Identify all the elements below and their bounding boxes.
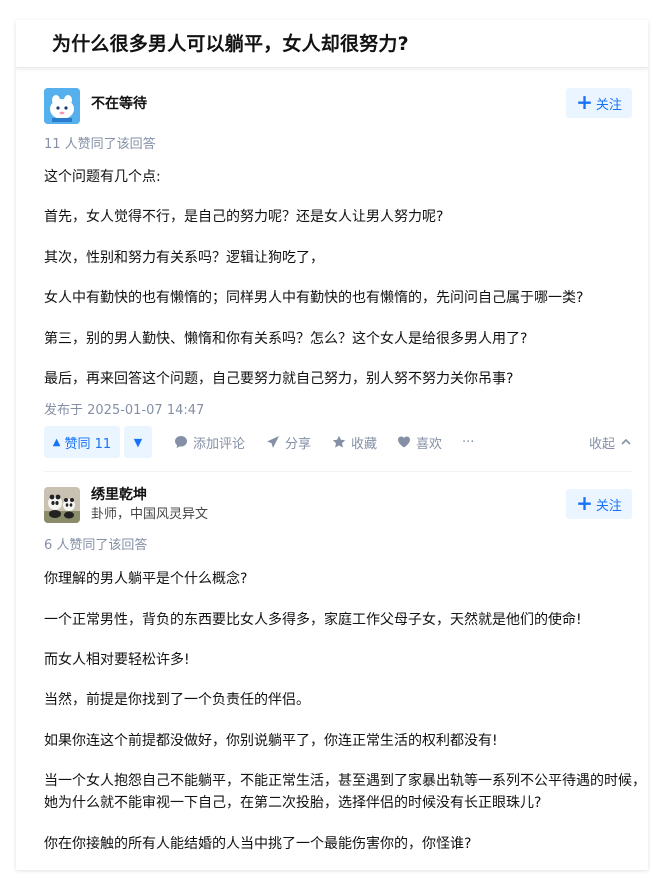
collapse-label: 收起 <box>588 436 615 452</box>
avatar[interactable] <box>44 487 80 523</box>
share-label: 分享 <box>285 436 312 452</box>
answer-paragraph: 首先，女人觉得不行，是自己的努力呢？还是女人让男人努力呢? <box>44 209 444 225</box>
chevron-up-icon <box>621 438 631 445</box>
share-icon <box>267 436 279 448</box>
triangle-up-icon: ▲ <box>52 436 61 448</box>
answer-paragraph: 她为什么就不能审视一下自己，在第二次投胎，选择伴侣的时候没有长正眼珠儿? <box>44 795 542 811</box>
answer-paragraph: 而女人相对要轻松许多! <box>44 652 190 668</box>
answer-paragraph: 你理解的男人躺平是个什么概念? <box>44 571 248 587</box>
share-button[interactable]: 分享 <box>266 426 311 458</box>
plus-icon: + <box>576 90 593 114</box>
answer-divider <box>44 471 632 472</box>
avatar[interactable] <box>44 88 80 124</box>
more-label: ··· <box>462 434 475 450</box>
follow-label: 关注 <box>595 97 622 113</box>
answer-paragraph: 最后，再来回答这个问题，自己要努力就自己努力，别人努不努力关你吊事? <box>44 371 514 387</box>
question-header: 为什么很多男人可以躺平，女人却很努力? <box>16 20 648 68</box>
star-icon <box>332 435 346 448</box>
answer-paragraph: 当一个女人抱怨自己不能躺平，不能正常生活，甚至遇到了家暴出轨等一系列不公平待遇的… <box>44 773 646 789</box>
comment-label: 添加评论 <box>193 436 246 452</box>
more-button[interactable]: ··· <box>462 426 474 458</box>
answer-paragraph: 如果你连这个前提都没做好，你别说躺平了，你连正常生活的权利都没有! <box>44 733 498 749</box>
answer-paragraph: 第三，别的男人勤快、懒惰和你有关系吗？怎么？这个女人是给很多男人用了? <box>44 331 528 347</box>
answer-paragraph: 女人中有勤快的也有懒惰的；同样男人中有勤快的也有懒惰的，先问问自己属于哪一类? <box>44 290 584 306</box>
comment-icon <box>175 436 187 448</box>
author-name[interactable]: 不在等待 <box>91 93 147 113</box>
answer-paragraph: 这个问题有几个点: <box>44 169 161 185</box>
answer-paragraph: 一个正常男性，背负的东西要比女人多得多，家庭工作父母子女，天然就是他们的使命! <box>44 612 582 628</box>
plus-icon: + <box>576 491 593 515</box>
follow-button[interactable]: + 关注 <box>566 88 632 118</box>
author-bio: 卦师，中国风灵异文 <box>91 507 209 522</box>
answer-paragraph: 其次，性别和努力有关系吗？逻辑让狗吃了， <box>44 250 324 266</box>
collapse-button[interactable]: 收起 <box>589 426 632 458</box>
follow-button[interactable]: + 关注 <box>566 489 632 519</box>
vote-down-button[interactable]: ▼ <box>124 426 152 458</box>
answer-paragraph: 你在你接触的所有人能结婚的人当中挑了一个最能伤害你的，你怪谁? <box>44 836 472 852</box>
action-bar: ▲ 赞同 11 ▼ 添加评论 分享 收藏 喜欢 ··· 收起 <box>44 426 632 458</box>
question-title[interactable]: 为什么很多男人可以躺平，女人却很努力? <box>52 32 648 56</box>
answer-paragraph: 当然，前提是你找到了一个负责任的伴侣。 <box>44 692 310 708</box>
author-name[interactable]: 绣里乾坤 <box>91 484 147 504</box>
like-label: 喜欢 <box>416 436 443 452</box>
triangle-down-icon: ▼ <box>133 435 143 449</box>
heart-icon <box>398 436 410 448</box>
like-button[interactable]: 喜欢 <box>397 426 442 458</box>
comment-button[interactable]: 添加评论 <box>174 426 245 458</box>
question-card: 为什么很多男人可以躺平，女人却很努力? 不在等待 + 关注 11 人赞同了该回答… <box>16 20 648 870</box>
vote-count-text: 11 人赞同了该回答 <box>44 137 156 152</box>
collect-button[interactable]: 收藏 <box>332 426 377 458</box>
follow-label: 关注 <box>595 498 622 514</box>
collect-label: 收藏 <box>351 436 378 452</box>
vote-up-button[interactable]: ▲ 赞同 11 <box>44 426 120 458</box>
vote-up-label: 赞同 11 <box>64 436 112 452</box>
vote-count-text: 6 人赞同了该回答 <box>44 538 148 553</box>
publish-time[interactable]: 发布于 2025-01-07 14:47 <box>44 399 204 418</box>
